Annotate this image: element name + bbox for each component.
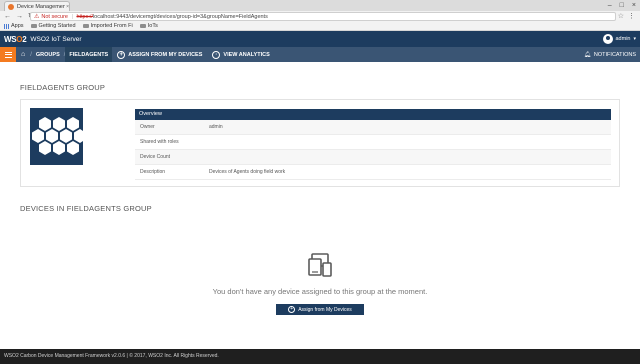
detail-row-owner: Owner admin — [135, 120, 611, 135]
close-window-icon[interactable]: × — [632, 1, 636, 10]
plus-circle-icon: + — [288, 306, 296, 313]
breadcrumb-groups[interactable]: GROUPS — [32, 47, 64, 62]
window-controls: – □ × — [608, 1, 636, 10]
detail-row-description: Description Devices of Agents doing fiel… — [135, 165, 611, 180]
url-divider: | — [72, 13, 74, 20]
browser-toolbar: ← → ↻ ⚠ Not secure | https:// localhost:… — [0, 11, 640, 22]
assign-from-my-devices-button[interactable]: + Assign from My Devices — [276, 304, 364, 315]
detail-label: Shared with roles — [140, 139, 179, 145]
tab-close-icon[interactable]: × — [66, 4, 69, 10]
logo-text-2: 2 — [22, 34, 27, 44]
maximize-icon[interactable]: □ — [620, 1, 624, 10]
bookmark-label: IoTs — [147, 23, 158, 29]
browser-menu-icon[interactable]: ⋮ — [628, 12, 635, 21]
devices-icon — [308, 253, 332, 277]
group-image — [30, 108, 83, 165]
group-details-card: Overview Owner admin Shared with roles D… — [20, 99, 620, 187]
overview-header: Overview — [135, 109, 611, 120]
hexagon-group-icon — [32, 117, 83, 155]
chevron-down-icon: ▾ — [633, 36, 636, 42]
plus-circle-icon: + — [117, 50, 126, 59]
bookmarks-bar: Apps Getting Started Imported From Fi Io… — [0, 22, 640, 31]
logo-text-ws: WS — [4, 34, 17, 44]
bell-icon: 🔔︎ — [583, 51, 591, 58]
folder-icon — [139, 24, 146, 28]
view-analytics-link[interactable]: · VIEW ANALYTICS — [207, 47, 274, 62]
bookmark-label: Apps — [11, 23, 24, 29]
bookmark-label: Getting Started — [38, 23, 76, 29]
browser-tab[interactable]: Device Management × — [4, 1, 70, 11]
bookmark-getting-started[interactable]: Getting Started — [30, 23, 76, 29]
analytics-label: VIEW ANALYTICS — [223, 51, 270, 58]
detail-label: Device Count — [140, 154, 171, 160]
menu-line — [4, 54, 12, 55]
tab-title: Device Management — [17, 3, 66, 10]
url-path: localhost:9443/devicemgt/devices/group-i… — [92, 13, 268, 20]
detail-value: admin — [209, 124, 223, 130]
breadcrumb-fieldagents[interactable]: FIELDAGENTS — [65, 47, 113, 62]
not-secure-label: Not secure — [41, 13, 68, 20]
bookmark-imported[interactable]: Imported From Fi — [82, 23, 133, 29]
analytics-circle-icon: · — [212, 50, 221, 59]
empty-devices-state: You don't have any device assigned to th… — [0, 252, 640, 315]
footer: WSO2 Carbon Device Management Framework … — [0, 349, 640, 364]
detail-row-device-count: Device Count — [135, 150, 611, 165]
wso2-logo[interactable]: WSO2 — [4, 34, 27, 44]
warning-icon: ⚠ — [34, 14, 40, 20]
back-icon[interactable]: ← — [4, 12, 11, 21]
bookmark-star-icon[interactable]: ☆ — [618, 12, 624, 21]
home-icon[interactable]: ⌂ — [16, 47, 30, 62]
assign-button-label: Assign from My Devices — [298, 306, 352, 313]
assign-label: ASSIGN FROM MY DEVICES — [128, 51, 203, 58]
overview-table: Overview Owner admin Shared with roles D… — [135, 109, 611, 180]
folder-icon — [82, 24, 89, 28]
user-avatar-icon — [602, 34, 613, 44]
bookmark-apps[interactable]: Apps — [4, 23, 24, 29]
url-scheme: https:// — [76, 13, 93, 20]
url-field[interactable]: ⚠ Not secure | https:// localhost:9443/d… — [30, 12, 616, 21]
nav-bar: ⌂ / GROUPS / FIELDAGENTS + ASSIGN FROM M… — [0, 47, 640, 62]
empty-message: You don't have any device assigned to th… — [212, 287, 428, 296]
group-heading: FIELDAGENTS GROUP — [20, 83, 106, 92]
menu-line — [4, 51, 12, 53]
user-menu[interactable]: admin ▾ — [602, 34, 636, 44]
detail-value: Devices of Agents doing field work — [209, 169, 286, 175]
app-header: WSO2 WSO2 IoT Server admin ▾ — [0, 31, 640, 47]
username: admin — [615, 36, 631, 42]
minimize-icon[interactable]: – — [608, 1, 612, 10]
bookmark-label: Imported From Fi — [90, 23, 133, 29]
detail-label: Owner — [140, 124, 155, 130]
forward-icon[interactable]: → — [16, 12, 23, 21]
apps-grid-icon — [4, 23, 9, 29]
assign-from-my-devices-link[interactable]: + ASSIGN FROM MY DEVICES — [112, 47, 207, 62]
wso2-favicon-icon — [8, 3, 14, 10]
notifications-link[interactable]: 🔔︎ NOTIFICATIONS — [584, 47, 636, 62]
devices-heading: DEVICES IN FIELDAGENTS GROUP — [20, 204, 152, 213]
bookmark-iots[interactable]: IoTs — [139, 23, 158, 29]
detail-row-shared-roles: Shared with roles — [135, 135, 611, 150]
notifications-label: NOTIFICATIONS — [593, 51, 636, 58]
page-icon — [30, 24, 37, 28]
breadcrumb: ⌂ / GROUPS / FIELDAGENTS — [16, 47, 113, 62]
detail-label: Description — [140, 169, 166, 175]
app-title: WSO2 IoT Server — [30, 35, 82, 43]
browser-tabstrip: Device Management × – □ × — [0, 0, 640, 11]
hamburger-menu-button[interactable] — [0, 47, 16, 62]
menu-line — [4, 56, 12, 58]
